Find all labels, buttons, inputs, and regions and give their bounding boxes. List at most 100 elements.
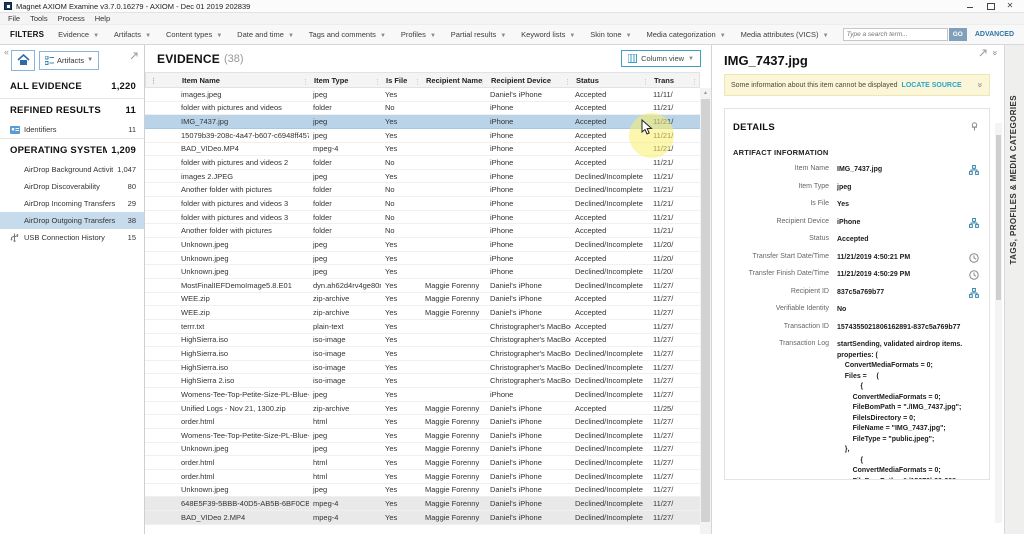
table-row[interactable]: Womens-Tee-Top-Petite-Size-PL-Blue-Green… [145, 429, 700, 443]
table-row[interactable]: 15079b39-208c-4a47-b607-c6948ff4576a.JPG… [145, 129, 700, 143]
collapse-details-icon[interactable]: » [990, 50, 1000, 55]
scroll-up-icon[interactable]: ▲ [700, 88, 711, 98]
popout-details-icon[interactable] [979, 49, 987, 57]
table-scrollbar[interactable]: ▲ [700, 88, 711, 534]
table-row[interactable]: images 2.JPEG jpeg Yes iPhone Declined/Incom… [145, 170, 700, 184]
details-scrollbar-thumb[interactable] [996, 135, 1001, 300]
filter-dropdown-skin-tone[interactable]: Skin tone ▼ [590, 30, 631, 39]
cell-is-file: No [385, 226, 395, 236]
column-view-button[interactable]: Column view ▼ [621, 50, 701, 67]
sidebar-item-refined-results[interactable]: REFINED RESULTS 11 [0, 98, 144, 121]
cell-item-name: Unknown.jpeg [181, 239, 229, 249]
table-row[interactable]: HighSierra.iso iso-image Yes Christographer… [145, 361, 700, 375]
filter-dropdown-tags-and-comments[interactable]: Tags and comments ▼ [309, 30, 386, 39]
table-row[interactable]: Unknown.jpeg jpeg Yes iPhone Accepted 11/20/ [145, 252, 700, 266]
advanced-link[interactable]: ADVANCED [975, 31, 1014, 38]
table-row[interactable]: Womens-Tee-Top-Petite-Size-PL-Blue-Green… [145, 388, 700, 402]
search-input[interactable] [842, 28, 948, 41]
table-row[interactable]: folder with pictures and videos folder No i… [145, 102, 700, 116]
table-row[interactable]: folder with pictures and videos 2 folder N… [145, 156, 700, 170]
sidebar-item-airdrop-discoverability[interactable]: AirDrop Discoverability 80 [0, 178, 144, 195]
hierarchy-icon[interactable] [965, 165, 979, 176]
table-row[interactable]: Unknown.jpeg jpeg Yes Maggie Forenny Daniel'… [145, 484, 700, 498]
table-row[interactable]: Unknown.jpeg jpeg Yes Maggie Forenny Daniel'… [145, 443, 700, 457]
collapse-sidebar-icon[interactable]: « [4, 47, 9, 57]
table-row[interactable]: terrr.txt plain-text Yes Christographer's M… [145, 320, 700, 334]
col-header-item-name[interactable]: Item Name [178, 76, 310, 85]
table-row[interactable]: HighSierra.iso iso-image Yes Christographer… [145, 334, 700, 348]
table-row[interactable]: WEE.zip zip-archive Yes Maggie Forenny Danie… [145, 293, 700, 307]
table-row[interactable]: folder with pictures and videos 3 folder N… [145, 197, 700, 211]
table-row[interactable]: Unknown.jpeg jpeg Yes iPhone Declined/Incomp… [145, 265, 700, 279]
table-scrollbar-thumb[interactable] [701, 99, 710, 522]
menu-process[interactable]: Process [58, 14, 85, 23]
col-header-trans[interactable]: Trans [650, 76, 699, 85]
cell-item-name: order.html [181, 471, 215, 481]
locate-source-link[interactable]: LOCATE SOURCE [902, 82, 962, 89]
table-row[interactable]: BAD_VIDeo.MP4 mpeg-4 Yes iPhone Accepted 11/2… [145, 143, 700, 157]
menu-file[interactable]: File [8, 14, 20, 23]
table-row[interactable]: order.html html Yes Maggie Forenny Daniel's … [145, 470, 700, 484]
filter-dropdown-media-categorization[interactable]: Media categorization ▼ [646, 30, 725, 39]
col-header-is-file[interactable]: Is File [382, 76, 422, 85]
sidebar-item-all-evidence[interactable]: ALL EVIDENCE 1,220 [0, 75, 144, 98]
table-row[interactable]: 648E5F39-5BBB-40D5-AB5B-6BF0CBEB2202.MP4… [145, 497, 700, 511]
sidebar-item-airdrop-incoming-transfers[interactable]: AirDrop Incoming Transfers 29 [0, 195, 144, 212]
clock-icon[interactable] [965, 252, 979, 264]
hierarchy-icon[interactable] [965, 217, 979, 229]
table-row[interactable]: Another folder with pictures folder No iPho… [145, 183, 700, 198]
table-row[interactable]: IMG_7437.jpg jpeg Yes iPhone Accepted 11/21/ [145, 115, 700, 129]
table-row[interactable]: Unknown.jpeg jpeg Yes iPhone Declined/Incomp… [145, 238, 700, 252]
col-header-recipient-device[interactable]: Recipient Device [487, 76, 572, 85]
cell-item-name: BAD_VIDeo 2.MP4 [181, 512, 246, 522]
table-row[interactable]: Unified Logs - Nov 21, 1300.zip zip-archi… [145, 402, 700, 416]
sidebar-item-airdrop-outgoing-transfers[interactable]: AirDrop Outgoing Transfers 38 [0, 212, 144, 229]
cell-recipient-device: iPhone [490, 267, 514, 277]
filter-dropdown-keyword-lists[interactable]: Keyword lists ▼ [521, 30, 575, 39]
filter-dropdown-evidence[interactable]: Evidence ▼ [58, 30, 99, 39]
table-row[interactable]: order.html html Yes Maggie Forenny Daniel's … [145, 415, 700, 430]
filter-dropdown-date-and-time[interactable]: Date and time ▼ [237, 30, 294, 39]
view-selector-dropdown[interactable]: Artifacts ▼ [39, 50, 100, 70]
table-row[interactable]: HighSierra 2.iso iso-image Yes Christograph… [145, 374, 700, 389]
details-scrollbar[interactable] [995, 123, 1002, 523]
cell-recipient-name: Maggie Forenny [425, 403, 480, 413]
menu-tools[interactable]: Tools [30, 14, 48, 23]
clock-icon[interactable] [965, 270, 979, 281]
sidebar-item-identifiers[interactable]: Identifiers 11 [0, 121, 144, 138]
hierarchy-icon[interactable] [965, 287, 979, 299]
close-icon[interactable]: ✕ [1006, 2, 1014, 10]
table-row[interactable]: BAD_VIDeo 2.MP4 mpeg-4 Yes Maggie Forenny Da… [145, 510, 700, 525]
filter-dropdown-content-types[interactable]: Content types ▼ [166, 30, 222, 39]
col-header-status[interactable]: Status [572, 76, 650, 85]
col-header-recipient-name[interactable]: Recipient Name [422, 76, 487, 85]
home-button[interactable] [11, 49, 36, 71]
tab-tags-profiles-media-categories[interactable]: TAGS, PROFILES & MEDIA CATEGORIES [1009, 95, 1018, 265]
pin-icon[interactable] [970, 118, 979, 136]
cell-status: Declined/Incomplete [575, 376, 643, 386]
table-row[interactable]: Another folder with pictures folder No iPho… [145, 224, 700, 239]
table-row[interactable]: HighSierra.iso iso-image Yes Christographer… [145, 347, 700, 361]
table-row[interactable]: images.jpeg jpeg Yes Daniel's iPhone Accepte… [145, 88, 700, 102]
table-row[interactable]: WEE.zip zip-archive Yes Maggie Forenny Danie… [145, 306, 700, 320]
banner-collapse-icon[interactable]: » [975, 82, 985, 87]
sidebar-item-operating-system[interactable]: OPERATING SYSTEM 1,209 [0, 138, 144, 161]
filter-dropdown-profiles[interactable]: Profiles ▼ [401, 30, 436, 39]
cell-is-file: Yes [385, 130, 398, 140]
sidebar-item-airdrop-background-activity[interactable]: AirDrop Background Activity 1,047 [0, 161, 144, 178]
filter-dropdown-artifacts[interactable]: Artifacts ▼ [114, 30, 151, 39]
sidebar-item-usb-connection-history[interactable]: USB Connection History 15 [0, 229, 144, 246]
table-row[interactable]: MostFinalIEFDemoImage5.8.E01 dyn.ah62d4rv… [145, 279, 700, 293]
col-header-item-type[interactable]: Item Type [310, 76, 382, 85]
filter-dropdown-media-attributes-vics[interactable]: Media attributes (VICS) ▼ [741, 30, 829, 39]
go-button[interactable]: GO [948, 28, 967, 41]
menu-help[interactable]: Help [95, 14, 110, 23]
maximize-icon[interactable] [986, 2, 995, 10]
cell-recipient-device: iPhone [490, 130, 514, 140]
minimize-icon[interactable] [966, 2, 974, 10]
table-row[interactable]: order.html html Yes Maggie Forenny Daniel's … [145, 456, 700, 470]
filter-dropdown-partial-results[interactable]: Partial results ▼ [451, 30, 506, 39]
cell-item-name: IMG_7437.jpg [181, 117, 229, 127]
table-row[interactable]: folder with pictures and videos 3 folder N… [145, 211, 700, 225]
popout-icon[interactable] [130, 47, 138, 65]
